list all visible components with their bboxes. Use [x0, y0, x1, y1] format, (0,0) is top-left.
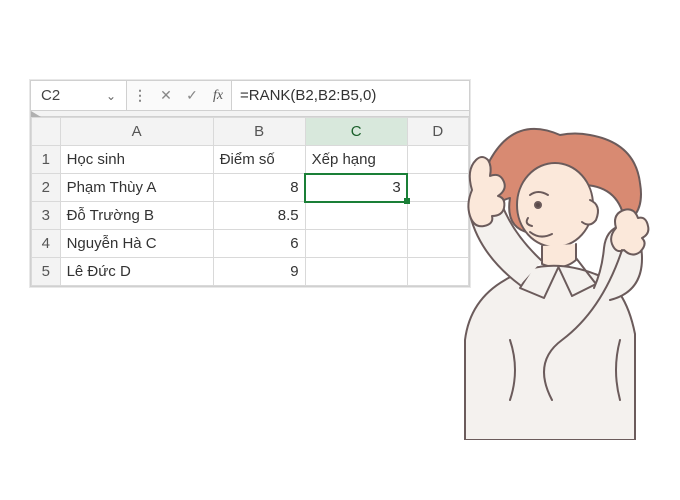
- cell-C2[interactable]: 3: [305, 174, 407, 202]
- cell-A3[interactable]: Đỗ Trường B: [60, 202, 213, 230]
- cancel-icon[interactable]: ✕: [153, 81, 179, 110]
- cell-A2[interactable]: Phạm Thùy A: [60, 174, 213, 202]
- cell-A5[interactable]: Lê Đức D: [60, 258, 213, 286]
- chevron-down-icon[interactable]: ⌄: [106, 89, 116, 103]
- table-row: 2 Phạm Thùy A 8 3: [32, 174, 469, 202]
- table-row: 3 Đỗ Trường B 8.5: [32, 202, 469, 230]
- cell-A4[interactable]: Nguyễn Hà C: [60, 230, 213, 258]
- row-header-5[interactable]: 5: [32, 258, 61, 286]
- table-row: 5 Lê Đức D 9: [32, 258, 469, 286]
- active-cell-ref: C2: [41, 87, 60, 104]
- row-header-3[interactable]: 3: [32, 202, 61, 230]
- col-header-C[interactable]: C: [305, 118, 407, 146]
- spreadsheet-grid[interactable]: A B C D 1 Học sinh Điểm số Xếp hạng 2 Ph…: [31, 117, 469, 286]
- col-header-B[interactable]: B: [213, 118, 305, 146]
- table-row: 4 Nguyễn Hà C 6: [32, 230, 469, 258]
- row-header-2[interactable]: 2: [32, 174, 61, 202]
- person-illustration: [410, 100, 670, 440]
- cell-B3[interactable]: 8.5: [213, 202, 305, 230]
- kebab-icon[interactable]: ⋮: [127, 81, 153, 110]
- cell-C4[interactable]: [305, 230, 407, 258]
- column-header-row: A B C D: [32, 118, 469, 146]
- cell-A1[interactable]: Học sinh: [60, 146, 213, 174]
- fx-icon[interactable]: fx: [205, 81, 231, 110]
- cell-C5[interactable]: [305, 258, 407, 286]
- cell-C1[interactable]: Xếp hạng: [305, 146, 407, 174]
- formula-bar: C2 ⌄ ⋮ ✕ ✓ fx =RANK(B2,B2:B5,0): [31, 81, 469, 111]
- accept-icon[interactable]: ✓: [179, 81, 205, 110]
- cell-B1[interactable]: Điểm số: [213, 146, 305, 174]
- cell-B5[interactable]: 9: [213, 258, 305, 286]
- row-header-4[interactable]: 4: [32, 230, 61, 258]
- col-header-A[interactable]: A: [60, 118, 213, 146]
- cell-B2[interactable]: 8: [213, 174, 305, 202]
- table-row: 1 Học sinh Điểm số Xếp hạng: [32, 146, 469, 174]
- row-header-1[interactable]: 1: [32, 146, 61, 174]
- cell-C3[interactable]: [305, 202, 407, 230]
- select-all-corner[interactable]: [32, 118, 61, 146]
- cell-B4[interactable]: 6: [213, 230, 305, 258]
- spreadsheet-window: C2 ⌄ ⋮ ✕ ✓ fx =RANK(B2,B2:B5,0) A B C D …: [30, 80, 470, 287]
- name-box[interactable]: C2 ⌄: [31, 81, 127, 110]
